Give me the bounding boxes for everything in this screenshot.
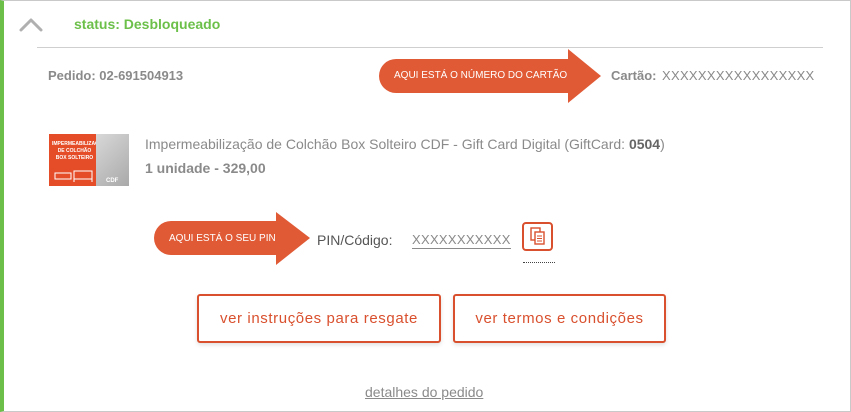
order-card: status: Desbloqueado Pedido: 02-69150491… [0,0,851,412]
product-thumbnail: IMPERMEABILIZAÇÃO DE COLCHÃO BOX SOLTEIR… [49,134,129,186]
card-number: XXXXXXXXXXXXXXXXX [662,68,815,83]
copy-button-underline [523,262,555,263]
product-name-text: Impermeabilização de Colchão Box Solteir… [145,136,629,152]
order-number: Pedido: 02-691504913 [48,68,184,83]
thumbnail-title: IMPERMEABILIZAÇÃO DE COLCHÃO BOX SOLTEIR… [52,141,107,161]
terms-conditions-button[interactable]: ver termos e condições [453,294,666,343]
status-label: status: Desbloqueado [74,16,221,32]
pin-label: PIN/Código: [317,232,393,248]
copy-pin-button[interactable] [522,222,553,251]
card-callout-text: AQUI ESTÁ O NÚMERO DO CARTÃO [394,70,568,81]
pin-callout: AQUI ESTÁ O SEU PIN [154,212,310,265]
quantity-price: 1 unidade - 329,00 [145,160,266,176]
product-name-suffix: ) [660,136,665,152]
mattress-icon [54,170,93,182]
giftcard-code: 0504 [628,136,661,152]
product-name: Impermeabilização de Colchão Box Solteir… [145,136,665,152]
copy-icon [530,227,545,245]
thumbnail-brand: CDF [106,178,119,184]
order-details-link[interactable]: detalhes do pedido [365,384,483,400]
chevron-up-icon[interactable] [18,15,44,33]
divider [37,47,823,48]
pin-callout-text: AQUI ESTÁ O SEU PIN [169,233,276,244]
card-label: Cartão: [611,68,657,83]
redeem-instructions-button[interactable]: ver instruções para resgate [197,294,441,343]
card-number-callout: AQUI ESTÁ O NÚMERO DO CARTÃO [378,49,601,103]
pin-value: XXXXXXXXXXX [412,232,511,249]
